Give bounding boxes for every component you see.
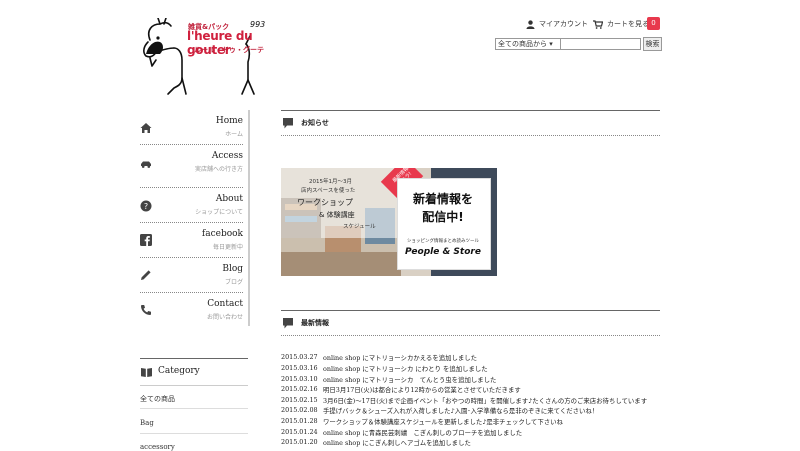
nav-title: About <box>215 194 243 204</box>
nav-item-contact[interactable]: Contact お問い合わせ <box>140 293 243 327</box>
pencil-icon <box>141 270 151 280</box>
info-banner[interactable]: 2015年1月〜3月 店内スペースを使った ワークショップ & 体験講座 スケジ… <box>281 168 497 276</box>
news-row: 2015.01.28 ワークショップ＆体験講座スケジュールを更新しました♪是非チ… <box>281 417 671 427</box>
banner-headline: 配信中! <box>422 210 464 224</box>
news-link[interactable]: online shop にこぎん刺しヘアゴムを追加しました <box>323 438 471 447</box>
news-date: 2015.01.20 <box>281 438 318 446</box>
nav-divider <box>248 110 250 326</box>
category-divider <box>140 433 248 434</box>
search-input[interactable] <box>560 38 641 50</box>
news-date: 2015.02.08 <box>281 406 318 414</box>
news-row: 2015.02.08 手提げバック＆シューズ入れが入荷しました♪入園･入学準備な… <box>281 406 671 416</box>
news-link[interactable]: online shop に青森民芸刺繍 こぎん刺しのブローチを追加しました <box>323 428 522 437</box>
news-link[interactable]: online shop にマトリョーシカ にわとり を追加しました <box>323 364 488 373</box>
logo-number: 993 <box>250 20 266 29</box>
category-item[interactable]: Bag <box>140 419 248 427</box>
site-logo[interactable]: 雑貨&パック l'heure du gouter ルール・ドゥ・グーテ 993 <box>138 18 273 98</box>
nav-subtitle: お問い合わせ <box>206 314 243 321</box>
news-row: 2015.03.16 online shop にマトリョーシカ にわとり を追加… <box>281 364 671 374</box>
facebook-icon <box>140 234 152 246</box>
news-link[interactable]: online shop にマトリョーシカかえるを追加しました <box>323 353 477 362</box>
news-row: 2015.03.27 online shop にマトリョーシカかえるを追加しまし… <box>281 353 671 363</box>
banner-brand: People & Store <box>405 247 481 257</box>
news-link[interactable]: online shop にマトリョーシカ てんとう虫を追加しました <box>323 375 496 384</box>
car-icon <box>141 161 151 168</box>
news-date: 2015.01.24 <box>281 428 318 436</box>
view-cart-label: カートを見る <box>607 20 649 28</box>
nav-title: Access <box>211 151 243 161</box>
user-icon <box>526 19 535 29</box>
nav-title: facebook <box>201 229 243 239</box>
category-divider <box>140 408 248 409</box>
notice-title: お知らせ <box>301 119 329 127</box>
my-account-label: マイアカウント <box>539 20 588 28</box>
news-row: 2015.01.20 online shop にこぎん刺しヘアゴムを追加しました <box>281 438 671 448</box>
nav-title: Blog <box>222 264 243 274</box>
nav-subtitle: ホーム <box>225 131 243 138</box>
view-cart-link[interactable]: カートを見る <box>593 19 649 29</box>
home-icon <box>140 123 152 133</box>
banner-text: ワークショップ <box>297 198 353 207</box>
nav-title: Contact <box>207 299 243 309</box>
news-date: 2015.02.16 <box>281 385 318 393</box>
news-link[interactable]: ワークショップ＆体験講座スケジュールを更新しました♪是非チェックして下さいね <box>323 417 563 426</box>
search-category-value: 全ての商品から <box>498 40 547 48</box>
banner-text: 店内スペースを使った <box>301 188 356 194</box>
nav-item-about[interactable]: ? About ショップについて <box>140 188 243 223</box>
nav-item-blog[interactable]: Blog ブログ <box>140 258 243 293</box>
news-link[interactable]: 明日3月17日(火)は都合により12時からの営業とさせていただきます <box>323 385 521 394</box>
news-date: 2015.02.15 <box>281 396 318 404</box>
nav-item-access[interactable]: Access 実店舗への行き方 <box>140 145 243 188</box>
news-row: 2015.03.10 online shop にマトリョーシカ てんとう虫を追加… <box>281 375 671 385</box>
nav-subtitle: 毎日更新中 <box>212 244 243 251</box>
search-category-select[interactable]: 全ての商品から ▾ <box>495 38 563 50</box>
book-icon <box>141 368 152 377</box>
banner-text: & 体験講座 <box>319 211 355 219</box>
news-row: 2015.01.24 online shop に青森民芸刺繍 こぎん刺しのブロー… <box>281 428 671 438</box>
category-item[interactable]: 全ての商品 <box>140 394 248 404</box>
news-date: 2015.03.27 <box>281 353 318 361</box>
news-link[interactable]: 3月6日(金)〜17日(火)まで企画イベント「おやつの時間」を開催します♪たくさ… <box>323 396 647 405</box>
cart-count-badge[interactable]: 0 <box>647 17 660 30</box>
banner-small-text: ショッピング情報まとめ読みツール <box>407 239 479 244</box>
nav-subtitle: 実店舗への行き方 <box>194 166 243 173</box>
nav-item-facebook[interactable]: facebook 毎日更新中 <box>140 223 243 258</box>
news-section-header: 最新情報 <box>281 310 660 336</box>
news-title: 最新情報 <box>301 319 329 327</box>
banner-headline: 新着情報を <box>412 192 473 206</box>
my-account-link[interactable]: マイアカウント <box>526 19 588 29</box>
svg-text:?: ? <box>144 202 148 211</box>
speech-bubble-icon <box>283 118 293 129</box>
news-row: 2015.02.15 3月6日(金)〜17日(火)まで企画イベント「おやつの時間… <box>281 396 671 406</box>
category-header: Category <box>140 358 248 386</box>
news-link[interactable]: 手提げバック＆シューズ入れが入荷しました♪入園･入学準備なら是非のぞきに来てくだ… <box>323 406 598 415</box>
chevron-down-icon: ▾ <box>549 40 553 48</box>
nav-subtitle: ショップについて <box>195 209 243 216</box>
category-title: Category <box>158 366 200 376</box>
banner-date: 2015年1月〜3月 <box>309 179 352 185</box>
search-button[interactable]: 検索 <box>643 37 662 51</box>
logo-subtitle: ルール・ドゥ・グーテ <box>194 46 264 54</box>
question-icon: ? <box>140 200 152 212</box>
nav-item-home[interactable]: Home ホーム <box>140 110 243 145</box>
nav-subtitle: ブログ <box>224 279 243 286</box>
news-date: 2015.03.16 <box>281 364 318 372</box>
nav-title: Home <box>215 116 243 126</box>
news-date: 2015.01.28 <box>281 417 318 425</box>
phone-icon <box>141 305 151 315</box>
news-date: 2015.03.10 <box>281 375 318 383</box>
news-row: 2015.02.16 明日3月17日(火)は都合により12時からの営業とさせてい… <box>281 385 671 395</box>
cart-icon <box>593 19 603 29</box>
notice-section-header: お知らせ <box>281 110 660 136</box>
speech-bubble-icon <box>283 318 293 329</box>
banner-text: スケジュール <box>343 224 376 230</box>
